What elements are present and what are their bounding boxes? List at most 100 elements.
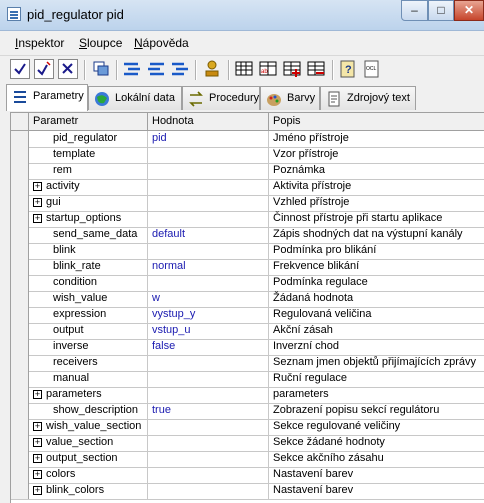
param-cell[interactable]: show_description [29, 403, 148, 419]
close-button[interactable]: ✕ [454, 0, 484, 21]
value-cell[interactable] [148, 483, 269, 499]
table-row[interactable]: + gui Vzhled přístroje [11, 195, 484, 212]
row-selector[interactable] [11, 307, 29, 323]
value-cell[interactable] [148, 163, 269, 179]
expand-icon[interactable]: + [33, 470, 42, 479]
menu-inspektor[interactable]: Inspektor [15, 36, 64, 50]
param-cell[interactable]: + colors [29, 467, 148, 483]
param-cell[interactable]: pid_regulator [29, 131, 148, 147]
tab-barvy[interactable]: Barvy [260, 86, 320, 110]
value-cell[interactable] [148, 355, 269, 371]
table-row[interactable]: send_same_data default Zápis shodných dat … [11, 227, 484, 244]
param-cell[interactable]: + output_section [29, 451, 148, 467]
expand-icon[interactable]: + [33, 214, 42, 223]
value-cell[interactable] [148, 467, 269, 483]
table-add-icon[interactable] [282, 59, 302, 79]
expand-icon[interactable]: + [33, 390, 42, 399]
param-cell[interactable]: blink [29, 243, 148, 259]
param-cell[interactable]: + value_section [29, 435, 148, 451]
table-rename-icon[interactable]: ab [258, 59, 278, 79]
table-row[interactable]: + parameters parameters [11, 387, 484, 404]
table-icon[interactable] [234, 59, 254, 79]
menu-sloupce[interactable]: Sloupce [79, 36, 122, 50]
table-remove-icon[interactable] [306, 59, 326, 79]
table-row[interactable]: blink Podmínka pro blikání [11, 243, 484, 260]
ocl-document-icon[interactable]: OCL [362, 59, 382, 79]
param-cell[interactable]: blink_rate [29, 259, 148, 275]
row-selector[interactable] [11, 403, 29, 419]
param-cell[interactable]: + parameters [29, 387, 148, 403]
row-selector[interactable] [11, 147, 29, 163]
row-selector[interactable] [11, 179, 29, 195]
column-header-hodnota[interactable]: Hodnota [148, 113, 269, 130]
column-header-popis[interactable]: Popis [269, 113, 484, 130]
row-selector[interactable] [11, 323, 29, 339]
value-cell[interactable] [148, 419, 269, 435]
param-cell[interactable]: expression [29, 307, 148, 323]
param-cell[interactable]: + activity [29, 179, 148, 195]
param-cell[interactable]: + gui [29, 195, 148, 211]
expand-icon[interactable]: + [33, 198, 42, 207]
param-cell[interactable]: send_same_data [29, 227, 148, 243]
row-selector[interactable] [11, 435, 29, 451]
row-selector[interactable] [11, 275, 29, 291]
table-row[interactable]: show_description true Zobrazení popisu sek… [11, 403, 484, 420]
param-cell[interactable]: template [29, 147, 148, 163]
maximize-button[interactable]: □ [428, 0, 454, 21]
expand-icon[interactable]: + [33, 486, 42, 495]
value-cell[interactable] [148, 451, 269, 467]
table-row[interactable]: template Vzor přístroje [11, 147, 484, 164]
value-cell[interactable] [148, 371, 269, 387]
indent-icon[interactable] [122, 59, 142, 79]
table-row[interactable]: + wish_value_section Sekce regulované veli… [11, 419, 484, 436]
row-selector[interactable] [11, 243, 29, 259]
value-cell[interactable]: vystup_y [148, 307, 269, 323]
param-cell[interactable]: inverse [29, 339, 148, 355]
value-cell[interactable]: true [148, 403, 269, 419]
value-cell[interactable] [148, 387, 269, 403]
tab-parametry[interactable]: Parametry [6, 84, 88, 111]
table-row[interactable]: condition Podmínka regulace [11, 275, 484, 292]
check-icon[interactable] [10, 59, 30, 79]
window-icon[interactable] [91, 59, 111, 79]
param-cell[interactable]: manual [29, 371, 148, 387]
table-row[interactable]: manual Ruční regulace [11, 371, 484, 388]
table-row[interactable]: inverse false Inverzní chod [11, 339, 484, 356]
row-selector[interactable] [11, 195, 29, 211]
table-row[interactable]: + activity Aktivita přístroje [11, 179, 484, 196]
row-selector[interactable] [11, 355, 29, 371]
table-row[interactable]: expression vystup_y Regulovaná veličina [11, 307, 484, 324]
row-selector[interactable] [11, 419, 29, 435]
expand-icon[interactable]: + [33, 438, 42, 447]
tab-lokalni-data[interactable]: Lokální data [88, 86, 182, 110]
minimize-button[interactable]: – [401, 0, 428, 21]
value-cell[interactable] [148, 435, 269, 451]
param-cell[interactable]: rem [29, 163, 148, 179]
outdent-icon[interactable] [146, 59, 166, 79]
expand-icon[interactable]: + [33, 422, 42, 431]
row-selector[interactable] [11, 467, 29, 483]
table-row[interactable]: output vstup_u Akční zásah [11, 323, 484, 340]
table-row[interactable]: + colors Nastavení barev [11, 467, 484, 484]
row-selector[interactable] [11, 339, 29, 355]
row-selector[interactable] [11, 387, 29, 403]
table-row[interactable]: + value_section Sekce žádané hodnoty [11, 435, 484, 452]
value-cell[interactable]: w [148, 291, 269, 307]
value-cell[interactable] [148, 179, 269, 195]
table-row[interactable]: receivers Seznam jmen objektů přijímající… [11, 355, 484, 372]
title-bar[interactable]: pid_regulator pid – □ ✕ [0, 0, 484, 31]
table-row[interactable]: rem Poznámka [11, 163, 484, 180]
value-cell[interactable] [148, 211, 269, 227]
column-header-parametr[interactable]: Parametr [29, 113, 148, 130]
param-cell[interactable]: receivers [29, 355, 148, 371]
row-selector[interactable] [11, 259, 29, 275]
table-row[interactable]: + output_section Sekce akčního zásahu [11, 451, 484, 468]
value-cell[interactable]: default [148, 227, 269, 243]
value-cell[interactable] [148, 275, 269, 291]
stamp-icon[interactable] [202, 59, 222, 79]
param-cell[interactable]: + wish_value_section [29, 419, 148, 435]
value-cell[interactable]: vstup_u [148, 323, 269, 339]
row-selector[interactable] [11, 291, 29, 307]
table-row[interactable]: blink_rate normal Frekvence blikání [11, 259, 484, 276]
param-cell[interactable]: output [29, 323, 148, 339]
